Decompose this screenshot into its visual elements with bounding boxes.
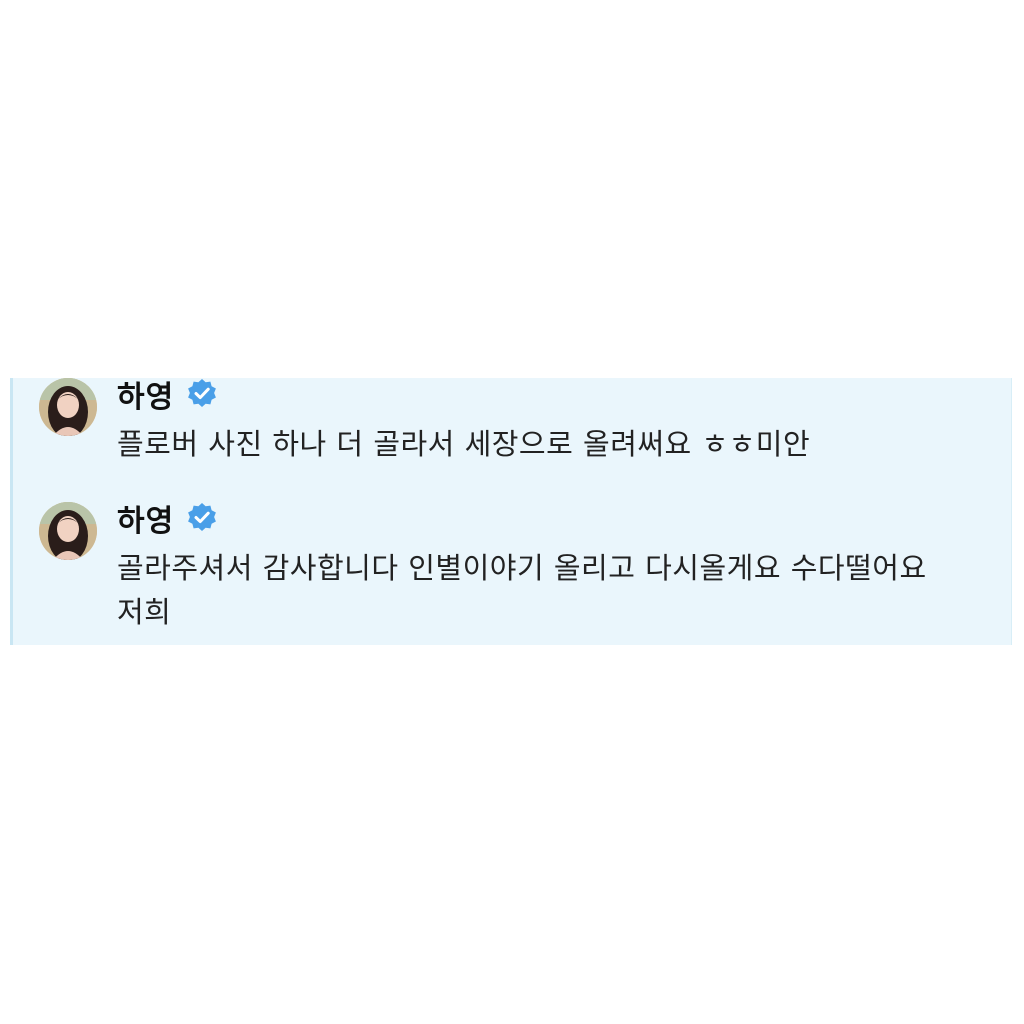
message-text: 골라주셔서 감사합니다 인별이야기 올리고 다시올게요 수다떨어요 저희 — [117, 551, 927, 629]
sender-name[interactable]: 하영 — [117, 378, 174, 416]
sender-name[interactable]: 하영 — [117, 496, 174, 540]
sender-row: 하영 — [117, 496, 218, 540]
profile-photo-icon — [39, 378, 97, 436]
chat-panel: 하영 플로버 사진 하나 더 골라서 세장으로 올려써요 ㅎㅎ미안 하영 골라주… — [10, 378, 1012, 645]
page: 하영 플로버 사진 하나 더 골라서 세장으로 올려써요 ㅎㅎ미안 하영 골라주… — [0, 0, 1024, 1024]
avatar[interactable] — [39, 378, 97, 436]
message-text: 플로버 사진 하나 더 골라서 세장으로 올려써요 ㅎㅎ미안 — [117, 427, 811, 461]
sender-row: 하영 — [117, 378, 218, 416]
verified-badge-icon — [186, 502, 218, 534]
verified-badge-icon — [186, 378, 218, 410]
profile-photo-icon — [39, 502, 97, 560]
avatar[interactable] — [39, 502, 97, 560]
